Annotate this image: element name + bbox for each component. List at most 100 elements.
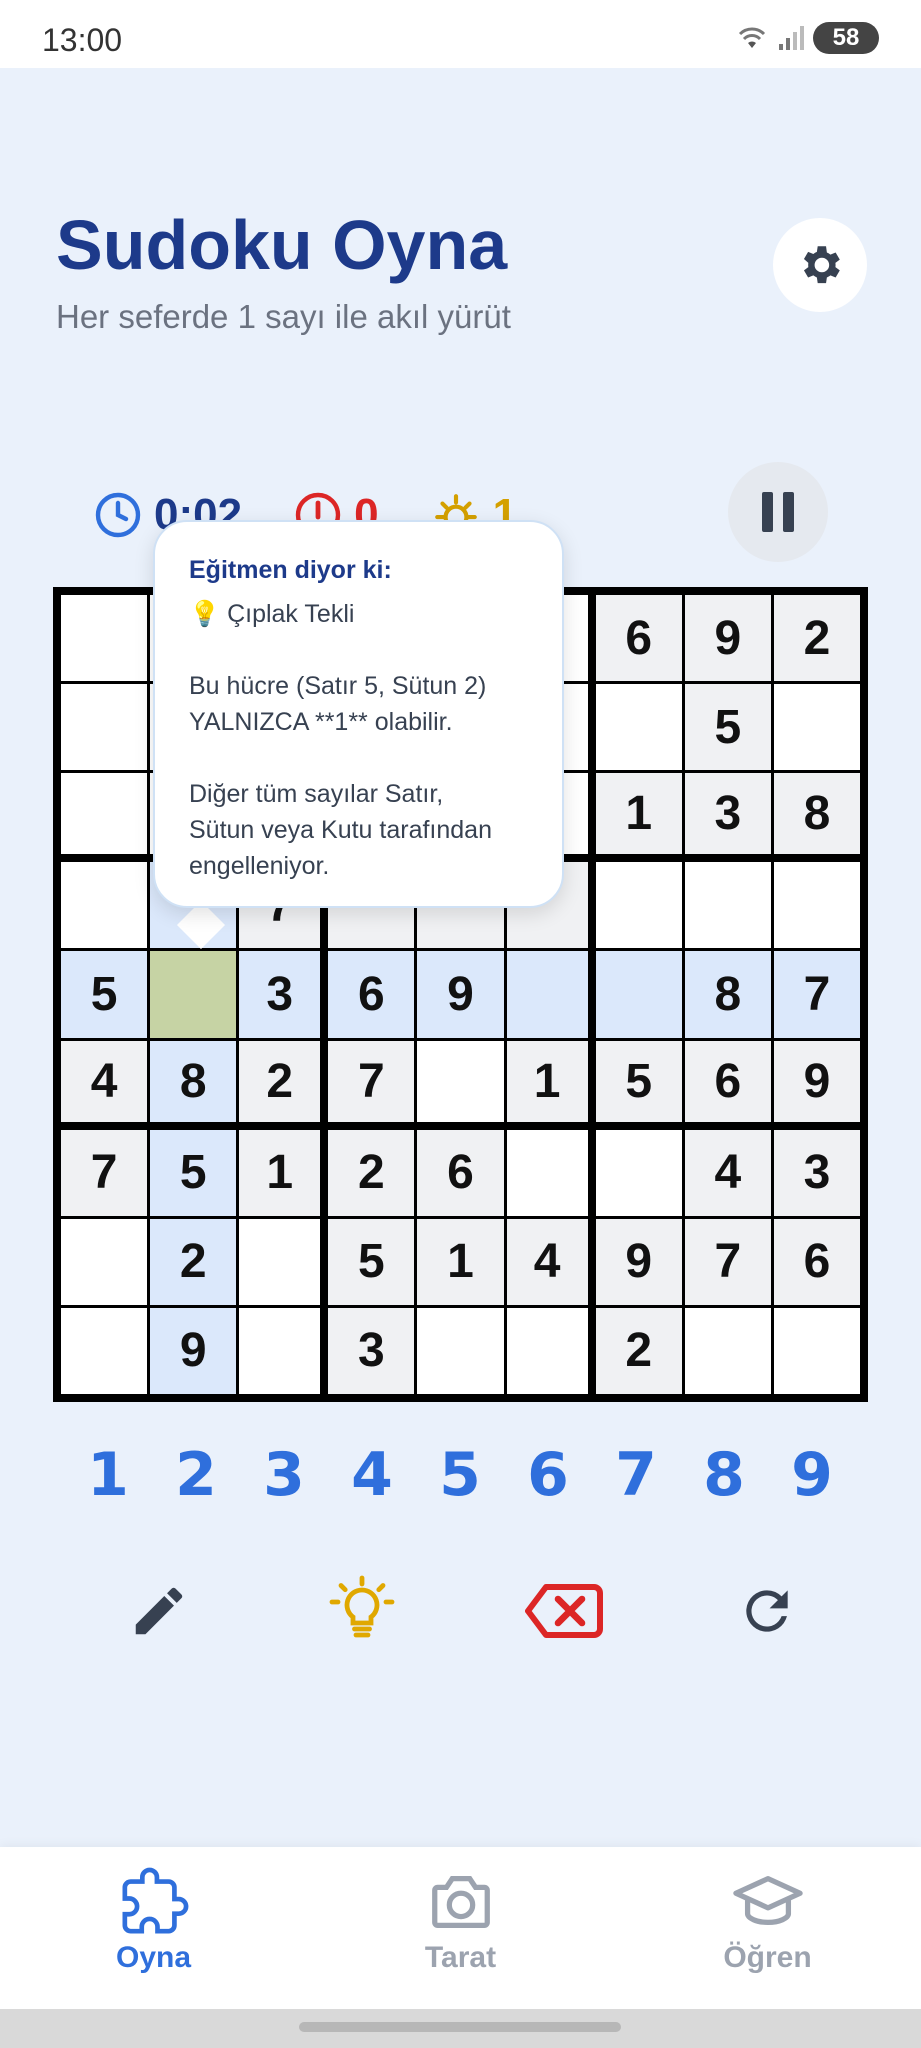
sudoku-cell[interactable]: 9 (684, 595, 771, 682)
gesture-bar[interactable] (299, 2022, 621, 2032)
number-button[interactable]: 7 (600, 1440, 672, 1510)
sudoku-cell[interactable]: 7 (684, 1218, 771, 1305)
sudoku-cell[interactable] (595, 862, 682, 949)
bottom-navigation: Oyna Tarat Öğren (0, 1847, 921, 2009)
sudoku-cell[interactable]: 7 (773, 951, 860, 1038)
sudoku-cell[interactable]: 6 (773, 1218, 860, 1305)
signal-icon (779, 26, 804, 50)
settings-button[interactable] (773, 218, 867, 312)
sudoku-cell[interactable]: 8 (684, 951, 771, 1038)
battery-indicator: 58 (813, 22, 879, 54)
wifi-icon (738, 27, 766, 48)
gear-icon (803, 246, 840, 284)
hint-button[interactable] (321, 1570, 403, 1652)
number-button[interactable]: 5 (424, 1440, 496, 1510)
sudoku-cell[interactable]: 2 (239, 1040, 321, 1122)
erase-icon (525, 1584, 604, 1638)
sudoku-cell[interactable] (150, 951, 237, 1038)
sudoku-cell[interactable]: 2 (773, 595, 860, 682)
pencil-button[interactable] (118, 1570, 200, 1652)
tutor-tooltip: Eğitmen diyor ki: 💡 Çıplak Tekli Bu hücr… (153, 520, 564, 908)
number-button[interactable]: 8 (688, 1440, 760, 1510)
pause-button[interactable] (728, 462, 828, 562)
number-button[interactable]: 4 (336, 1440, 408, 1510)
refresh-icon (746, 1590, 788, 1632)
reset-button[interactable] (726, 1570, 808, 1652)
sudoku-cell[interactable]: 5 (684, 684, 771, 771)
sudoku-cell[interactable] (595, 1129, 682, 1216)
sudoku-cell[interactable] (595, 684, 682, 771)
pencil-icon (135, 1587, 183, 1635)
sudoku-cell[interactable]: 6 (684, 1040, 771, 1122)
sudoku-cell[interactable]: 1 (506, 1040, 588, 1122)
sudoku-cell[interactable] (61, 1218, 148, 1305)
sudoku-cell[interactable] (684, 1307, 771, 1394)
sudoku-cell[interactable]: 1 (239, 1129, 321, 1216)
graduation-cap-icon (732, 1876, 803, 1926)
sudoku-cell[interactable] (506, 1307, 588, 1394)
sudoku-cell[interactable]: 9 (595, 1218, 682, 1305)
sudoku-cell[interactable]: 4 (684, 1129, 771, 1216)
erase-button[interactable] (523, 1570, 605, 1652)
sudoku-cell[interactable]: 4 (61, 1040, 148, 1122)
sudoku-cell[interactable] (61, 773, 148, 855)
sudoku-cell[interactable] (417, 1040, 504, 1122)
nav-item-oyna[interactable]: Oyna (54, 1867, 254, 1975)
sudoku-cell[interactable] (417, 1307, 504, 1394)
sudoku-cell[interactable]: 6 (595, 595, 682, 682)
sudoku-cell[interactable]: 3 (239, 951, 321, 1038)
page-subtitle: Her seferde 1 sayı ile akıl yürüt (56, 298, 511, 335)
sudoku-cell[interactable]: 6 (328, 951, 415, 1038)
sudoku-cell[interactable] (773, 684, 860, 771)
sudoku-cell[interactable] (239, 1307, 321, 1394)
sudoku-cell[interactable]: 8 (773, 773, 860, 855)
sudoku-cell[interactable]: 7 (61, 1129, 148, 1216)
number-button[interactable]: 1 (72, 1440, 144, 1510)
sudoku-cell[interactable] (506, 1129, 588, 1216)
sudoku-cell[interactable]: 6 (417, 1129, 504, 1216)
nav-item-ogren[interactable]: Öğren (668, 1867, 868, 1975)
sudoku-cell[interactable]: 9 (417, 951, 504, 1038)
sudoku-cell[interactable] (61, 684, 148, 771)
sudoku-cell[interactable] (239, 1218, 321, 1305)
sudoku-cell[interactable]: 3 (328, 1307, 415, 1394)
number-pad: 123456789 (72, 1440, 848, 1510)
sudoku-cell[interactable] (61, 595, 148, 682)
sudoku-cell[interactable] (595, 951, 682, 1038)
status-time: 13:00 (42, 22, 123, 58)
sudoku-cell[interactable] (684, 862, 771, 949)
sudoku-cell[interactable]: 5 (328, 1218, 415, 1305)
sudoku-cell[interactable]: 3 (773, 1129, 860, 1216)
sudoku-cell[interactable]: 4 (506, 1218, 588, 1305)
sudoku-cell[interactable] (773, 1307, 860, 1394)
number-button[interactable]: 9 (776, 1440, 848, 1510)
sudoku-cell[interactable] (61, 862, 148, 949)
sudoku-cell[interactable]: 3 (684, 773, 771, 855)
sudoku-cell[interactable]: 5 (150, 1129, 237, 1216)
sudoku-cell[interactable]: 1 (417, 1218, 504, 1305)
number-button[interactable]: 3 (248, 1440, 320, 1510)
nav-label-oyna: Oyna (115, 1941, 192, 1974)
sudoku-cell[interactable] (61, 1307, 148, 1394)
nav-item-tarat[interactable]: Tarat (361, 1867, 561, 1975)
sudoku-cell[interactable] (506, 951, 588, 1038)
sudoku-cell[interactable]: 2 (595, 1307, 682, 1394)
sudoku-cell[interactable]: 1 (595, 773, 682, 855)
camera-icon (431, 1876, 490, 1928)
sudoku-cell[interactable]: 8 (150, 1040, 237, 1122)
sudoku-cell[interactable]: 2 (150, 1218, 237, 1305)
clock-icon (95, 492, 141, 538)
number-button[interactable]: 6 (512, 1440, 584, 1510)
tooltip-body-cell: Bu hücre (Satır 5, Sütun 2) YALNIZCA **1… (189, 672, 487, 736)
sudoku-cell[interactable]: 5 (61, 951, 148, 1038)
sudoku-cell[interactable]: 2 (328, 1129, 415, 1216)
sudoku-cell[interactable]: 9 (150, 1307, 237, 1394)
nav-label-tarat: Tarat (424, 1941, 497, 1974)
status-indicators: 58 (735, 22, 879, 54)
number-button[interactable]: 2 (160, 1440, 232, 1510)
sudoku-cell[interactable]: 9 (773, 1040, 860, 1122)
tooltip-technique: 💡 Çıplak Tekli (189, 600, 355, 628)
sudoku-cell[interactable] (773, 862, 860, 949)
sudoku-cell[interactable]: 7 (328, 1040, 415, 1122)
sudoku-cell[interactable]: 5 (595, 1040, 682, 1122)
